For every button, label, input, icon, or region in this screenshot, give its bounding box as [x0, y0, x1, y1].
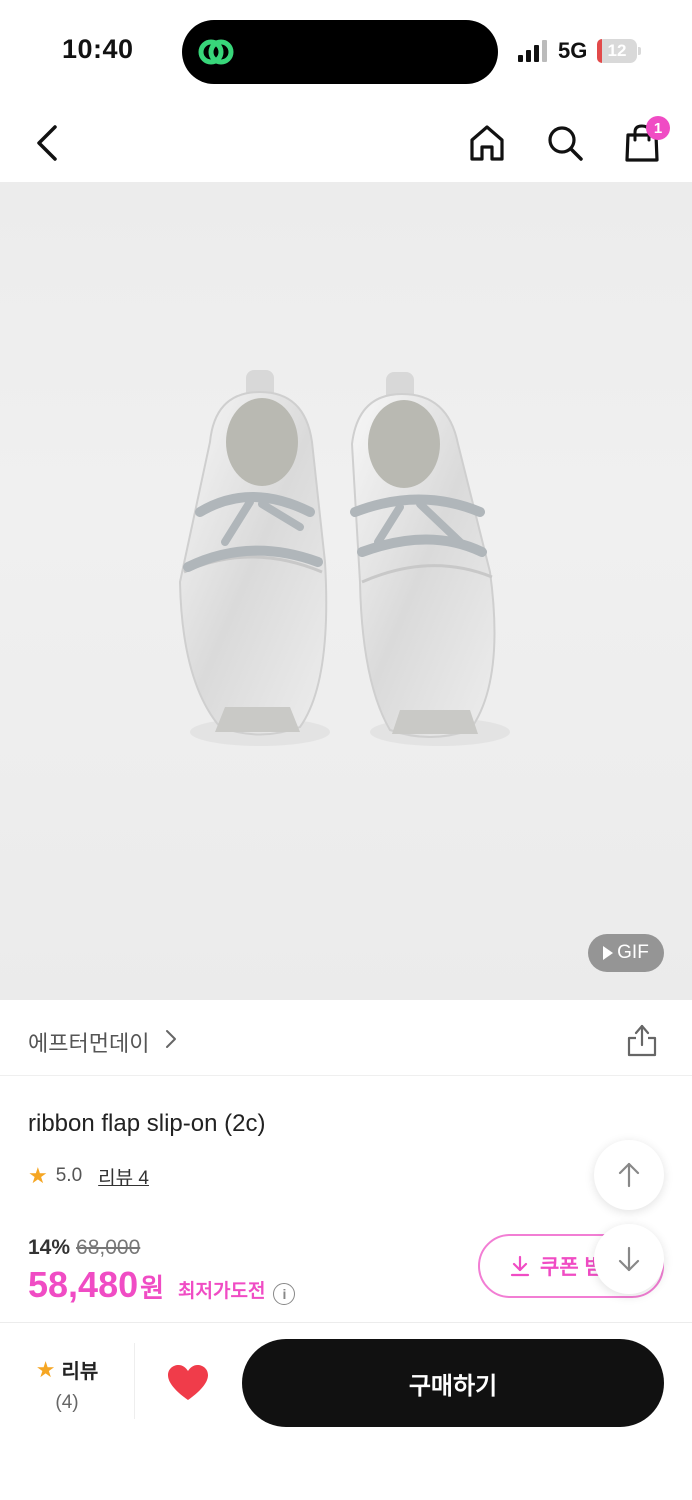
network-type: 5G	[558, 38, 588, 63]
share-button[interactable]	[622, 1020, 662, 1060]
arrow-down-icon	[618, 1246, 640, 1272]
search-button[interactable]	[540, 118, 590, 168]
review-tab-label: 리뷰	[61, 1361, 99, 1383]
review-link[interactable]: 리뷰 4	[98, 1163, 149, 1190]
star-icon: ★	[28, 1163, 48, 1188]
rating-value: 5.0	[55, 1165, 83, 1186]
review-tab-count: (4)	[55, 1392, 79, 1413]
chevron-left-icon	[37, 125, 57, 161]
heart-icon	[168, 1365, 208, 1400]
discount-rate: 14%	[28, 1236, 71, 1259]
back-button[interactable]	[22, 118, 72, 168]
link-chain-icon	[198, 39, 234, 65]
battery-level: 12	[607, 41, 627, 60]
home-icon	[470, 125, 504, 161]
lowest-price-label: 최저가도전	[178, 1281, 266, 1302]
brand-name[interactable]: 에프터먼데이	[28, 1026, 149, 1058]
search-icon	[548, 126, 583, 161]
rating-row: ★ 5.0 리뷰 4	[28, 1162, 149, 1190]
divider	[134, 1343, 135, 1419]
star-icon: ★	[35, 1356, 56, 1382]
product-image[interactable]	[0, 182, 692, 1000]
shoe-illustration	[178, 370, 510, 746]
battery-icon: 12	[597, 39, 641, 63]
scroll-bottom-button[interactable]	[594, 1224, 664, 1294]
like-button[interactable]	[164, 1361, 212, 1405]
arrow-up-icon	[618, 1162, 640, 1188]
sale-price: 58,480	[28, 1264, 139, 1305]
discount-row: 14% 68,000	[28, 1236, 140, 1260]
info-icon[interactable]: i	[273, 1283, 296, 1305]
bottom-action-bar: ★ 리뷰 (4) 구매하기	[0, 1322, 692, 1500]
cart-count-badge: 1	[646, 116, 670, 140]
price-unit: 원	[140, 1273, 165, 1303]
status-time: 10:40	[62, 34, 134, 64]
brand-row[interactable]: 에프터먼데이	[0, 1000, 692, 1076]
share-icon	[627, 1024, 657, 1057]
dynamic-island	[182, 20, 498, 84]
chevron-right-icon	[166, 1030, 176, 1048]
review-tab-label-row: ★ 리뷰	[24, 1355, 110, 1384]
home-button[interactable]	[462, 118, 512, 168]
price-row: 58,480 원 최저가도전 i	[28, 1264, 296, 1306]
gif-badge-label: GIF	[617, 942, 649, 963]
buy-button[interactable]: 구매하기	[242, 1339, 664, 1427]
top-nav	[0, 100, 692, 182]
cellular-signal-icon	[518, 40, 547, 62]
scroll-top-button[interactable]	[594, 1140, 664, 1210]
play-icon	[603, 946, 614, 960]
download-icon	[510, 1255, 530, 1277]
gif-badge[interactable]: GIF	[588, 934, 664, 972]
original-price: 68,000	[76, 1236, 141, 1259]
status-bar: 10:40 5G 12	[0, 0, 692, 100]
product-title: ribbon flap slip-on (2c)	[28, 1110, 266, 1137]
review-tab[interactable]: ★ 리뷰 (4)	[24, 1355, 110, 1414]
